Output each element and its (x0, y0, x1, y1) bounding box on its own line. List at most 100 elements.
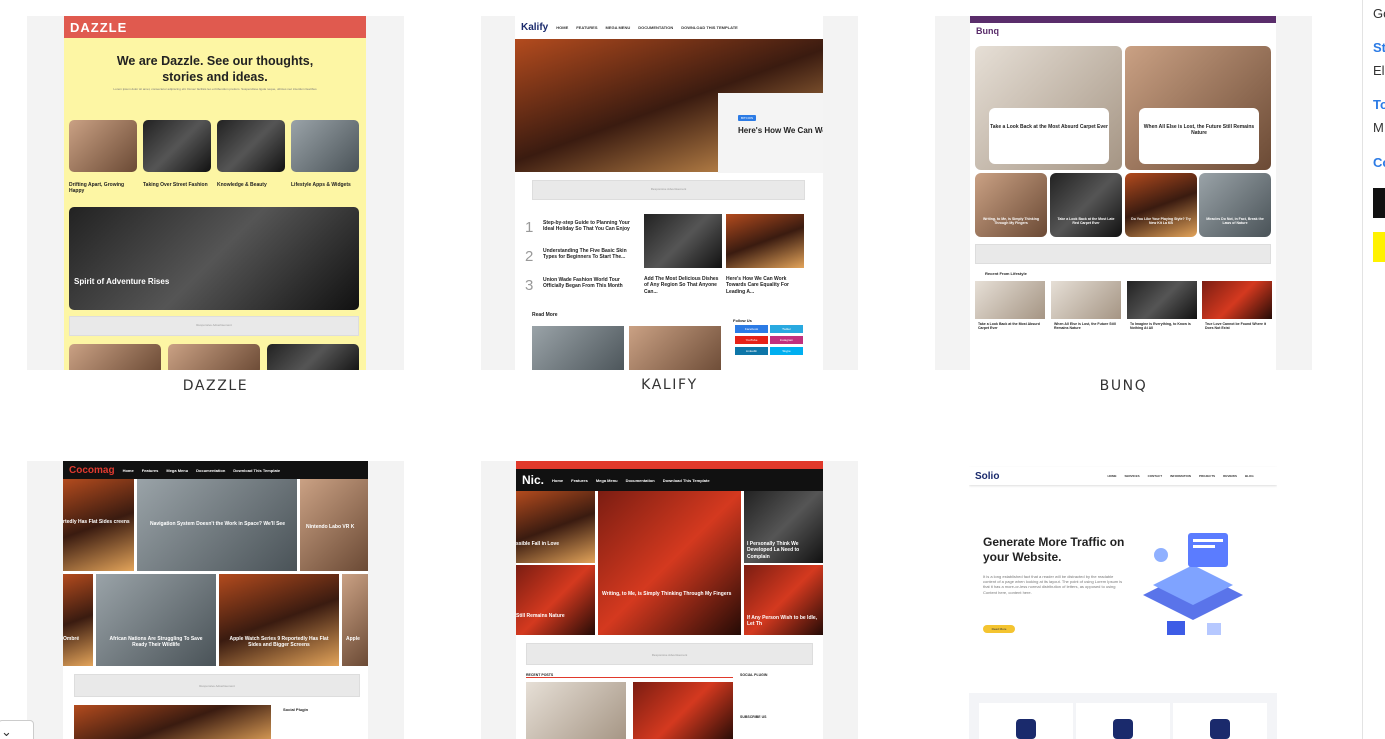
kalify-list-1[interactable]: Step-by-step Guide to Planning Your Idea… (543, 220, 639, 233)
solio-cta[interactable]: Read More (983, 625, 1015, 633)
kalify-logo: Kalify (521, 22, 549, 33)
dazzle-thumb-5[interactable] (69, 344, 161, 370)
kalify-facebook[interactable]: Facebook (735, 325, 768, 333)
sidebar-dark-button[interactable] (1373, 188, 1385, 218)
kalify-hero-box[interactable]: BITCOIN Here's How We Can We (718, 93, 823, 173)
cocomag-bottom-1[interactable]: Ombré (63, 574, 93, 666)
bunq-hero-2[interactable]: When All Else is Lost, the Future Still … (1125, 46, 1271, 170)
template-card-dazzle[interactable]: DAZZLE We are Dazzle. See our thoughts, … (27, 16, 404, 370)
bunq-small-4[interactable]: Miracles Do Not, in Fact, Break the Laws… (1199, 173, 1271, 237)
nic-right-2[interactable]: If Any Person Wish to be Idle, Let Th (744, 565, 823, 635)
dazzle-thumb-7[interactable] (267, 344, 359, 370)
kalify-nav-features[interactable]: FEATURES (576, 25, 597, 30)
dazzle-post-4[interactable]: Lifestyle Apps & Widgets (291, 182, 359, 188)
cocomag-top-3[interactable]: Nintendo Labo VR K (300, 479, 368, 571)
bunq-small-3[interactable]: Do You Like Your Playing Style? Try New … (1125, 173, 1197, 237)
kalify-youtube[interactable]: YouTube (735, 336, 768, 344)
dazzle-thumb-4[interactable] (291, 120, 359, 172)
solio-hero-body: It is a long established fact that a rea… (983, 574, 1123, 595)
kalify-more-img-2[interactable] (629, 326, 721, 370)
bunq-section: Recent From Lifestyle (985, 271, 1027, 276)
dazzle-post-2[interactable]: Taking Over Street Fashion (143, 182, 211, 188)
bunq-preview[interactable]: Bunq Take a Look Back at the Most Absurd… (970, 16, 1276, 370)
bunq-ad (975, 244, 1271, 264)
template-name-bunq[interactable]: BUNQ (935, 378, 1312, 394)
right-sidebar: Go St El To M Co (1362, 0, 1385, 739)
cocomag-feature-img[interactable] (74, 705, 271, 739)
kalify-hero-title: Here's How We Can We (738, 126, 823, 135)
nic-right-1[interactable]: I Personally Think We Developed La Need … (744, 491, 823, 563)
dazzle-thumb-6[interactable] (168, 344, 260, 370)
template-card-cocomag[interactable]: Cocomag Home Features Mega Menu Document… (27, 461, 404, 739)
dazzle-thumb-3[interactable] (217, 120, 285, 172)
template-card-kalify[interactable]: Kalify HOME FEATURES MEGA MENU DOCUMENTA… (481, 16, 858, 370)
kalify-card-img-2[interactable] (726, 214, 804, 268)
kalify-list-3[interactable]: Union Wade Fashion World Tour Officially… (543, 277, 639, 290)
kalify-nav-mega[interactable]: MEGA MENU (606, 25, 631, 30)
kalify-card-img-1[interactable] (644, 214, 722, 268)
kalify-read-more[interactable]: Read More (532, 312, 558, 318)
bunq-post-img-3[interactable] (1127, 281, 1197, 319)
dazzle-feature[interactable]: Spirit of Adventure Rises (69, 207, 359, 310)
nic-center[interactable]: Writing, to Me, is Simply Thinking Throu… (598, 491, 741, 635)
cocomag-bottom-2[interactable]: African Nations Are Struggling To Save R… (96, 574, 216, 666)
dazzle-preview[interactable]: DAZZLE We are Dazzle. See our thoughts, … (64, 16, 366, 370)
solio-feature-icon-3 (1210, 719, 1230, 739)
kalify-card-2[interactable]: Here's How We Can Work Towards Care Equa… (726, 276, 804, 295)
kalify-list-2[interactable]: Understanding The Five Basic Skin Types … (543, 248, 639, 261)
dazzle-feature-title: Spirit of Adventure Rises (74, 277, 170, 286)
dazzle-ad: Responsive Advertisement (69, 316, 359, 336)
kalify-linkedin[interactable]: LinkedIn (735, 347, 768, 355)
bunq-post-img-1[interactable] (975, 281, 1045, 319)
sidebar-yellow-button[interactable] (1373, 232, 1385, 262)
cocomag-top-2[interactable]: Navigation System Doesn't the Work in Sp… (137, 479, 297, 571)
bunq-post-img-2[interactable] (1051, 281, 1121, 319)
kalify-more-img-1[interactable] (532, 326, 624, 370)
dazzle-thumb-2[interactable] (143, 120, 211, 172)
nic-left-2[interactable]: Still Remains Nature (516, 565, 595, 635)
kalify-twitter[interactable]: Twitter (770, 325, 803, 333)
bunq-small-2[interactable]: Take a Look Back at the Most Late Red Ca… (1050, 173, 1122, 237)
solio-illustration (1143, 533, 1243, 635)
kalify-follow: Follow Us (733, 318, 752, 323)
kalify-badge: BITCOIN (738, 115, 757, 121)
cocomag-bottom-4[interactable]: Apple (342, 574, 368, 666)
bunq-small-1[interactable]: Writing, to Me, is Simply Thinking Throu… (975, 173, 1047, 237)
template-name-dazzle[interactable]: DAZZLE (27, 378, 404, 394)
template-card-bunq[interactable]: Bunq Take a Look Back at the Most Absurd… (935, 16, 1312, 370)
template-name-kalify[interactable]: KALIFY (481, 377, 858, 393)
kalify-nav-download[interactable]: DOWNLOAD THIS TEMPLATE (681, 25, 738, 30)
template-card-solio[interactable]: Solio HOME SERVICES CONTACT INFORMATION … (935, 461, 1312, 739)
nic-subscribe: SUBSCRIBE US (740, 715, 767, 719)
kalify-card-1[interactable]: Add The Most Delicious Dishes of Any Reg… (644, 276, 722, 295)
template-gallery: DAZZLE We are Dazzle. See our thoughts, … (0, 0, 1385, 739)
nic-logo: Nic. (522, 473, 545, 487)
kalify-nav-home[interactable]: HOME (556, 25, 568, 30)
nic-social: SOCIAL PLUGIN (740, 673, 768, 677)
kalify-preview[interactable]: Kalify HOME FEATURES MEGA MENU DOCUMENTA… (515, 16, 823, 370)
kalify-instagram[interactable]: Instagram (770, 336, 803, 344)
nic-preview[interactable]: Nic. Home Features Mega Menu Documentati… (516, 461, 823, 739)
cocomag-logo: Cocomag (69, 464, 115, 476)
cocomag-top-1[interactable]: rtedly Has Flat Sides creens (63, 479, 134, 571)
dazzle-thumb-1[interactable] (69, 120, 137, 172)
bunq-hero-1[interactable]: Take a Look Back at the Most Absurd Carp… (975, 46, 1122, 170)
nic-left-1[interactable]: ssible Fall in Love (516, 491, 595, 563)
solio-preview[interactable]: Solio HOME SERVICES CONTACT INFORMATION … (969, 461, 1277, 739)
dazzle-post-1[interactable]: Drifting Apart, Growing Happy (69, 182, 137, 195)
dazzle-logo: DAZZLE (70, 19, 128, 35)
chevron-down-icon[interactable]: ⌄ (0, 720, 34, 739)
template-card-nic[interactable]: Nic. Home Features Mega Menu Documentati… (481, 461, 858, 739)
kalify-skype[interactable]: Skype (770, 347, 803, 355)
nic-recent-img-1[interactable] (526, 682, 626, 739)
cocomag-preview[interactable]: Cocomag Home Features Mega Menu Document… (63, 461, 368, 739)
dazzle-hero-title: We are Dazzle. See our thoughts, stories… (116, 54, 314, 84)
nic-ad: Responsive Advertisement (526, 643, 813, 665)
dazzle-post-3[interactable]: Knowledge & Beauty (217, 182, 285, 188)
bunq-hero-1-title: Take a Look Back at the Most Absurd Carp… (989, 108, 1109, 164)
kalify-nav-docs[interactable]: DOCUMENTATION (638, 25, 673, 30)
bunq-post-img-4[interactable] (1202, 281, 1272, 319)
cocomag-bottom-3[interactable]: Apple Watch Series 9 Reportedly Has Flat… (219, 574, 339, 666)
nic-recent-img-2[interactable] (633, 682, 733, 739)
cocomag-ad: Responsive Advertisement (74, 674, 360, 697)
